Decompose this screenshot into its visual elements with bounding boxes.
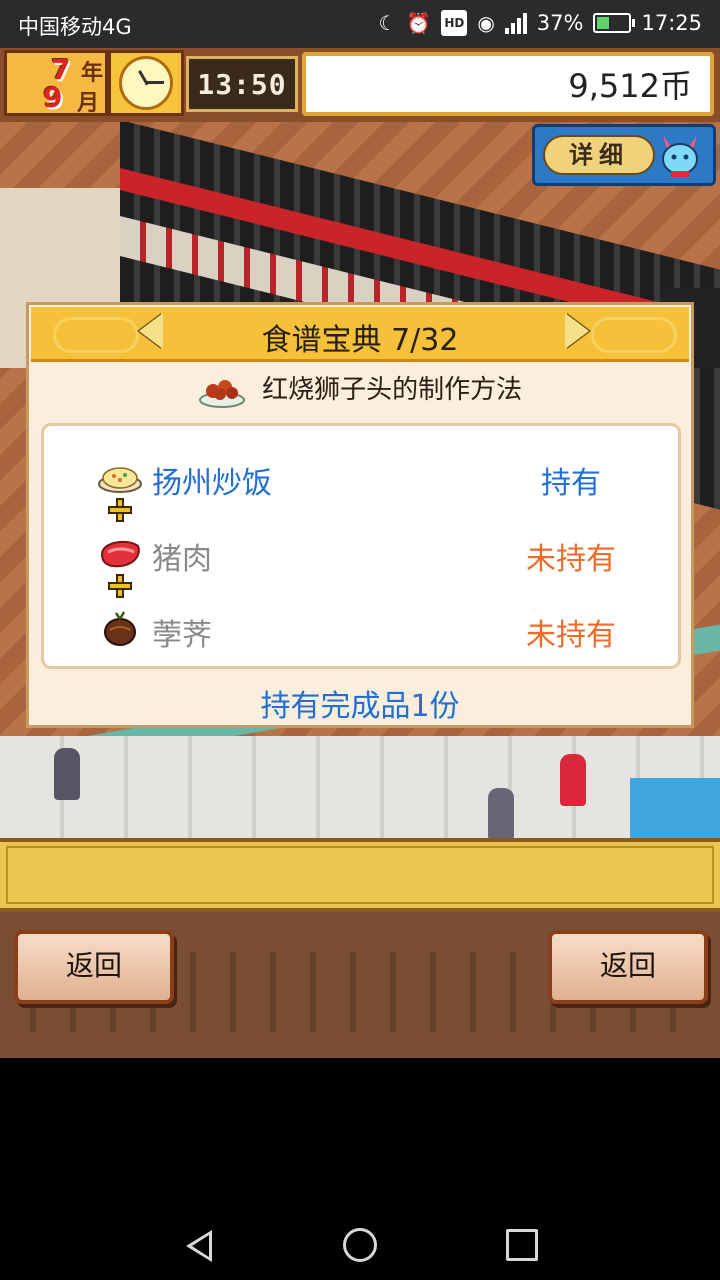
ingredient-name: 猪肉 <box>152 542 212 577</box>
navigation-bar <box>0 1208 720 1280</box>
staff-character[interactable] <box>560 754 586 806</box>
nav-recents-icon[interactable] <box>506 1229 538 1261</box>
game-time: 13:50 <box>186 56 298 112</box>
recipe-header: 食谱宝典 7/32 <box>31 307 689 362</box>
pork-icon <box>100 540 140 568</box>
ingredient-status: 未持有 <box>526 618 616 653</box>
bottom-panel: 返回 返回 <box>0 912 720 1058</box>
customer-character[interactable] <box>488 788 514 840</box>
back-button-left[interactable]: 返回 <box>14 930 174 1004</box>
date-display: 7 年 9 月 <box>4 50 108 116</box>
ingredient-status: 持有 <box>541 466 601 501</box>
battery-charging-icon <box>593 13 636 33</box>
year-unit: 年 <box>81 61 104 86</box>
plus-icon <box>108 574 132 598</box>
detail-button[interactable]: 详细 <box>532 124 716 186</box>
top-hud: 7 年 9 月 13:50 9,512币 <box>0 48 720 122</box>
ingredient-row[interactable]: 荸荠 未持有 <box>44 604 678 654</box>
customer-character[interactable] <box>54 748 80 800</box>
recipe-title: 食谱宝典 7/32 <box>261 323 459 358</box>
ingredient-name: 扬州炒饭 <box>152 466 272 501</box>
dish-heading: 红烧狮子头的制作方法 <box>29 369 691 408</box>
alarm-icon: ⏰ <box>406 11 432 35</box>
next-page-arrow-icon[interactable] <box>565 313 589 349</box>
ingredient-row[interactable]: 猪肉 未持有 <box>44 528 678 578</box>
status-icons: ☾ ⏰ HD ◉ 37% 17:25 <box>378 10 702 36</box>
message-bar <box>0 838 720 912</box>
signal-icon <box>504 12 527 34</box>
ingredient-row[interactable]: 扬州炒饭 持有 <box>44 452 678 502</box>
status-bar: 中国移动4G ☾ ⏰ HD ◉ 37% 17:25 <box>0 0 720 48</box>
moon-icon: ☾ <box>378 11 397 35</box>
meatball-dish-icon <box>198 379 245 408</box>
ingredient-list: 扬州炒饭 持有 猪肉 未持有 荸荠 未持有 <box>41 423 681 669</box>
mascot-icon <box>662 135 698 177</box>
dish-name: 红烧狮子头的制作方法 <box>262 375 523 405</box>
money-display: 9,512币 <box>302 52 714 116</box>
month-number: 9 <box>43 81 63 114</box>
plus-icon <box>108 498 132 522</box>
ingredient-name: 荸荠 <box>152 618 212 653</box>
water-chestnut-icon <box>104 611 136 646</box>
hd-icon: HD <box>441 10 468 36</box>
nav-home-icon[interactable] <box>343 1228 377 1262</box>
clock-time: 17:25 <box>641 11 702 35</box>
owned-summary: 持有完成品1份 <box>260 689 460 724</box>
carrier-label: 中国移动4G <box>18 15 132 39</box>
detail-button-label: 详细 <box>543 135 655 175</box>
back-button-right[interactable]: 返回 <box>548 930 708 1004</box>
clock-icon <box>108 50 184 116</box>
nav-back-icon[interactable] <box>186 1230 212 1262</box>
month-unit: 月 <box>77 91 100 116</box>
fried-rice-icon <box>98 467 142 493</box>
recipe-book-dialog: 食谱宝典 7/32 红烧狮子头的制作方法 扬州炒饭 持有 猪肉 未持有 荸荠 未… <box>26 302 694 728</box>
battery-percent: 37% <box>536 11 584 35</box>
ingredient-status: 未持有 <box>526 542 616 577</box>
eye-icon: ◉ <box>477 11 495 35</box>
